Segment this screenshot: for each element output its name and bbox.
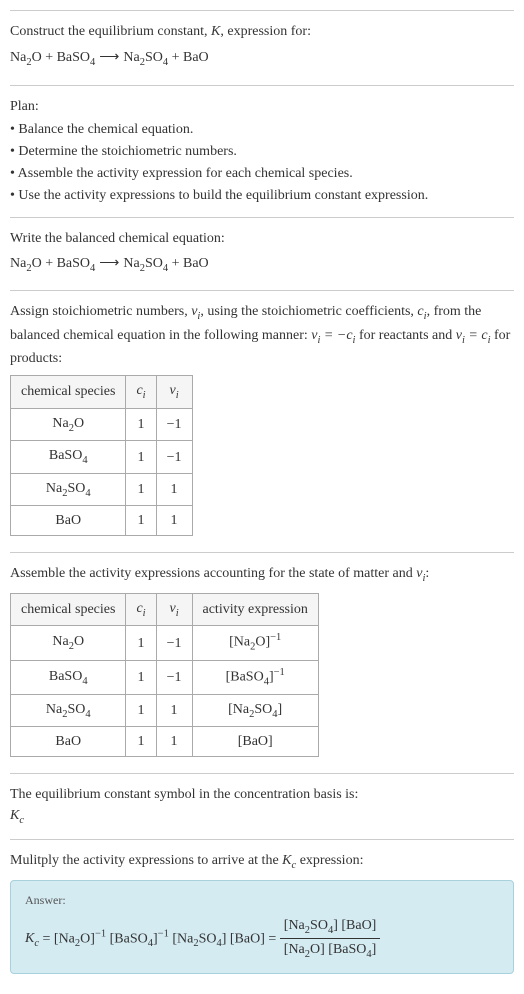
th-species: chemical species — [11, 376, 126, 409]
cell-nu: 1 — [156, 694, 192, 727]
plan-item: • Use the activity expressions to build … — [10, 185, 514, 206]
table-row: Na2O 1 −1 [Na2O]−1 — [11, 626, 319, 660]
plan-item: • Determine the stoichiometric numbers. — [10, 141, 514, 162]
balanced-label: Write the balanced chemical equation: — [10, 228, 514, 249]
table-header-row: chemical species ci νi activity expressi… — [11, 593, 319, 626]
activity-label: Assemble the activity expressions accoun… — [10, 563, 514, 587]
cell-species: Na2SO4 — [11, 473, 126, 506]
symbol-section: The equilibrium constant symbol in the c… — [10, 773, 514, 839]
multiply-b: expression: — [296, 853, 363, 868]
intro-section: Construct the equilibrium constant, K, e… — [10, 10, 514, 85]
cell-nu: −1 — [156, 408, 192, 441]
answer-expression: Kc = [Na2O]−1 [BaSO4]−1 [Na2SO4] [BaO] =… — [25, 915, 499, 963]
multiply-kc: Kc — [282, 853, 296, 868]
table-row: Na2O 1 −1 — [11, 408, 193, 441]
symbol-kc: Kc — [10, 805, 514, 829]
cell-activity: [Na2SO4] — [192, 694, 318, 727]
th-ci: ci — [126, 593, 156, 626]
intro-equation: Na2O + BaSO4⟶Na2SO4 + BaO — [10, 47, 514, 71]
cell-ci: 1 — [126, 660, 156, 694]
cell-ci: 1 — [126, 727, 156, 757]
cell-ci: 1 — [126, 694, 156, 727]
multiply-label: Mulitply the activity expressions to arr… — [10, 850, 514, 874]
plan-section: Plan: • Balance the chemical equation. •… — [10, 85, 514, 217]
cell-activity: [BaSO4]−1 — [192, 660, 318, 694]
plan-title: Plan: — [10, 96, 514, 117]
plan-item: • Balance the chemical equation. — [10, 119, 514, 140]
intro-part-a: Construct the equilibrium constant, — [10, 24, 211, 39]
multiply-a: Mulitply the activity expressions to arr… — [10, 853, 282, 868]
cell-ci: 1 — [126, 408, 156, 441]
answer-label: Answer: — [25, 891, 499, 909]
stoich-table: chemical species ci νi Na2O 1 −1 BaSO4 1… — [10, 375, 193, 536]
cell-activity: [Na2O]−1 — [192, 626, 318, 660]
th-activity: activity expression — [192, 593, 318, 626]
cell-activity: [BaO] — [192, 727, 318, 757]
table-row: BaSO4 1 −1 [BaSO4]−1 — [11, 660, 319, 694]
cell-ci: 1 — [126, 441, 156, 474]
activity-b: : — [425, 566, 429, 581]
cell-species: Na2SO4 — [11, 694, 126, 727]
balanced-equation: Na2O + BaSO4⟶Na2SO4 + BaO — [10, 253, 514, 277]
balanced-section: Write the balanced chemical equation: Na… — [10, 217, 514, 291]
stoich-nu: νi — [191, 304, 200, 319]
cell-species: Na2O — [11, 626, 126, 660]
fraction-numerator: [Na2SO4] [BaO] — [280, 915, 381, 940]
cell-nu: −1 — [156, 441, 192, 474]
stoich-section: Assign stoichiometric numbers, νi, using… — [10, 290, 514, 552]
activity-section: Assemble the activity expressions accoun… — [10, 552, 514, 773]
th-species: chemical species — [11, 593, 126, 626]
multiply-section: Mulitply the activity expressions to arr… — [10, 839, 514, 984]
cell-ci: 1 — [126, 506, 156, 536]
th-ci: ci — [126, 376, 156, 409]
intro-text: Construct the equilibrium constant, K, e… — [10, 21, 514, 42]
answer-box: Answer: Kc = [Na2O]−1 [BaSO4]−1 [Na2SO4]… — [10, 880, 514, 974]
stoich-ci: ci — [417, 304, 426, 319]
table-row: BaO 1 1 — [11, 506, 193, 536]
stoich-rel2: νi = ci — [456, 328, 491, 343]
intro-part-b: , expression for: — [220, 24, 311, 39]
cell-species: BaSO4 — [11, 441, 126, 474]
th-nu: νi — [156, 376, 192, 409]
cell-nu: 1 — [156, 727, 192, 757]
symbol-label: The equilibrium constant symbol in the c… — [10, 784, 514, 805]
th-nu: νi — [156, 593, 192, 626]
plan-item: • Assemble the activity expression for e… — [10, 163, 514, 184]
stoich-text: Assign stoichiometric numbers, νi, using… — [10, 301, 514, 369]
table-row: BaSO4 1 −1 — [11, 441, 193, 474]
table-row: Na2SO4 1 1 [Na2SO4] — [11, 694, 319, 727]
cell-nu: −1 — [156, 626, 192, 660]
table-header-row: chemical species ci νi — [11, 376, 193, 409]
cell-species: BaO — [11, 506, 126, 536]
table-row: BaO 1 1 [BaO] — [11, 727, 319, 757]
intro-k: K — [211, 24, 220, 39]
cell-nu: 1 — [156, 506, 192, 536]
fraction: [Na2SO4] [BaO] [Na2O] [BaSO4] — [280, 915, 381, 963]
stoich-rel1: νi = −ci — [311, 328, 355, 343]
cell-species: BaO — [11, 727, 126, 757]
activity-a: Assemble the activity expressions accoun… — [10, 566, 416, 581]
table-row: Na2SO4 1 1 — [11, 473, 193, 506]
cell-nu: −1 — [156, 660, 192, 694]
cell-nu: 1 — [156, 473, 192, 506]
cell-ci: 1 — [126, 626, 156, 660]
fraction-denominator: [Na2O] [BaSO4] — [280, 939, 381, 963]
cell-ci: 1 — [126, 473, 156, 506]
cell-species: Na2O — [11, 408, 126, 441]
stoich-d: for reactants and — [355, 328, 455, 343]
cell-species: BaSO4 — [11, 660, 126, 694]
stoich-a: Assign stoichiometric numbers, — [10, 304, 191, 319]
activity-table: chemical species ci νi activity expressi… — [10, 593, 319, 758]
stoich-b: , using the stoichiometric coefficients, — [200, 304, 417, 319]
